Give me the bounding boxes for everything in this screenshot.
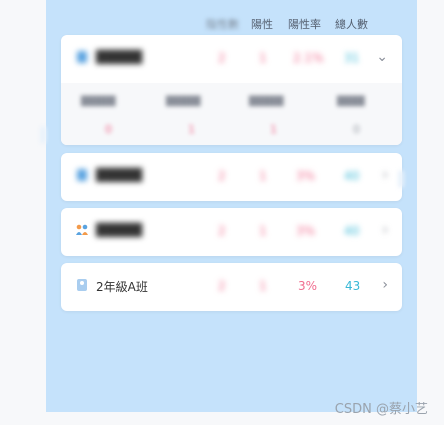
class-card[interactable]: █████ 2 1 3% 40 › bbox=[61, 208, 402, 256]
positive-count: 1 bbox=[259, 51, 267, 65]
detail-value: 0 bbox=[353, 123, 360, 136]
class-detail-panel: █████ █████ █████ ████ 0 1 1 0 bbox=[61, 83, 402, 145]
negative-count: 2 bbox=[218, 224, 226, 238]
class-card[interactable]: 2年級A班 2 1 3% 43 › bbox=[61, 263, 402, 311]
person-icon bbox=[75, 278, 89, 294]
class-card-row[interactable]: █████ 2 1 2.1% 31 ⌄ bbox=[61, 35, 402, 83]
chevron-down-icon[interactable]: ⌄ bbox=[376, 49, 388, 65]
detail-label: █████ bbox=[249, 97, 284, 107]
background-fragment bbox=[40, 126, 46, 144]
detail-value: 1 bbox=[188, 123, 195, 136]
chevron-right-icon[interactable]: › bbox=[382, 167, 388, 183]
positive-count: 1 bbox=[259, 169, 267, 183]
total-count: 40 bbox=[344, 169, 360, 183]
negative-count: 2 bbox=[218, 169, 226, 183]
negative-count: 2 bbox=[218, 51, 226, 65]
class-name: █████ bbox=[96, 50, 143, 64]
positive-count: 1 bbox=[259, 224, 267, 238]
person-icon bbox=[75, 168, 89, 184]
class-card[interactable]: █████ 2 1 3% 40 › bbox=[61, 153, 402, 201]
class-name: █████ bbox=[96, 223, 143, 237]
negative-count: 2 bbox=[218, 279, 226, 293]
person-icon bbox=[75, 50, 89, 66]
group-icon bbox=[75, 223, 89, 239]
detail-label: █████ bbox=[166, 97, 201, 107]
detail-label: █████ bbox=[81, 97, 116, 107]
watermark: CSDN @蔡小艺 bbox=[334, 402, 428, 417]
class-stats-panel: 陰性數 陽性 陽性率 總人數 █████ 2 1 2.1% 31 ⌄ █████… bbox=[46, 0, 417, 412]
class-name: █████ bbox=[96, 168, 143, 182]
positive-rate: 2.1% bbox=[293, 51, 324, 65]
total-count: 40 bbox=[344, 224, 360, 238]
class-card-row[interactable]: 2年級A班 2 1 3% 43 › bbox=[61, 263, 402, 311]
positive-rate: 3% bbox=[298, 279, 318, 293]
header-negative: 陰性數 bbox=[206, 18, 239, 31]
background-fragment bbox=[398, 170, 404, 188]
positive-count: 1 bbox=[259, 279, 267, 293]
positive-rate: 3% bbox=[296, 169, 316, 183]
chevron-right-icon[interactable]: › bbox=[382, 277, 388, 293]
detail-label: ████ bbox=[337, 97, 365, 107]
class-card[interactable]: █████ 2 1 2.1% 31 ⌄ █████ █████ █████ ██… bbox=[61, 35, 402, 145]
class-card-row[interactable]: █████ 2 1 3% 40 › bbox=[61, 208, 402, 256]
total-count: 43 bbox=[345, 279, 361, 293]
chevron-right-icon[interactable]: › bbox=[382, 222, 388, 238]
header-positive: 陽性 bbox=[251, 18, 273, 31]
positive-rate: 3% bbox=[296, 224, 316, 238]
class-card-row[interactable]: █████ 2 1 3% 40 › bbox=[61, 153, 402, 201]
total-count: 31 bbox=[344, 51, 360, 65]
detail-value: 0 bbox=[105, 123, 112, 136]
header-rate: 陽性率 bbox=[288, 18, 321, 31]
class-name: 2年級A班 bbox=[96, 280, 148, 294]
detail-value: 1 bbox=[270, 123, 277, 136]
column-header: 陰性數 陽性 陽性率 總人數 bbox=[46, 16, 417, 32]
header-total: 總人數 bbox=[335, 18, 368, 31]
